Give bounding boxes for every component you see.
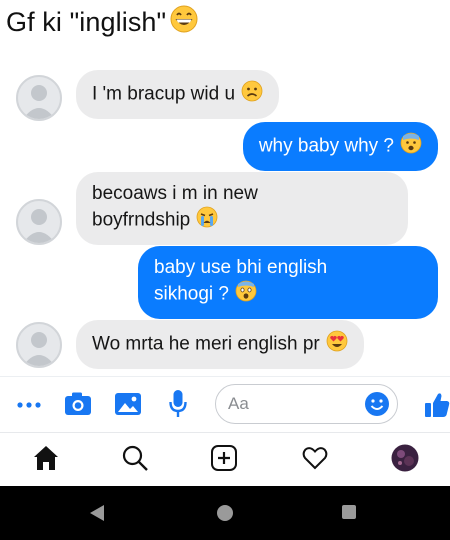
message-row: baby use bhi english sikhogi ?: [0, 246, 450, 320]
message-text: boyfrndship: [92, 209, 191, 231]
chat-thread[interactable]: I 'm bracup wid u why baby why ? becoaws…: [0, 60, 450, 372]
caption-text: Gf ki "inglish": [6, 6, 167, 37]
contact-avatar[interactable]: [16, 199, 62, 245]
message-input-box: [215, 384, 398, 424]
profile-avatar[interactable]: [391, 444, 419, 477]
crying-face-emoji-icon: [196, 206, 218, 235]
fearful-face-emoji-icon: [235, 280, 257, 309]
more-dots-icon[interactable]: [16, 395, 42, 420]
message-text: why baby why ?: [258, 135, 394, 157]
anxious-sweat-face-emoji-icon: [400, 132, 422, 161]
thumbs-up-icon[interactable]: [424, 391, 450, 424]
incoming-message-bubble[interactable]: becoaws i m in new boyfrndship: [76, 172, 408, 245]
heart-icon[interactable]: [301, 444, 329, 477]
message-input[interactable]: [228, 392, 358, 416]
message-text: becoaws i m in new: [92, 183, 258, 204]
microphone-icon[interactable]: [168, 389, 188, 424]
outgoing-message-bubble[interactable]: baby use bhi english sikhogi ?: [138, 246, 438, 319]
message-composer: [0, 376, 450, 432]
back-button[interactable]: [88, 503, 106, 528]
home-icon[interactable]: [32, 444, 60, 477]
message-row: Wo mrta he meri english pr: [0, 320, 450, 370]
message-text: Wo mrta he meri english pr: [92, 333, 320, 355]
heart-eyes-face-emoji-icon: [326, 330, 348, 359]
bottom-navigation: [0, 432, 450, 486]
message-text: sikhogi ?: [154, 283, 229, 305]
message-text: I 'm bracup wid u: [92, 83, 236, 105]
contact-avatar[interactable]: [16, 75, 62, 121]
message-row: becoaws i m in new boyfrndship: [0, 172, 450, 246]
grinning-face-emoji-icon: [169, 4, 199, 41]
outgoing-message-bubble[interactable]: why baby why ?: [242, 122, 438, 171]
recents-button[interactable]: [341, 504, 357, 525]
add-icon[interactable]: [210, 444, 238, 477]
image-icon[interactable]: [114, 391, 142, 422]
sad-face-emoji-icon: [241, 80, 263, 109]
camera-icon[interactable]: [64, 391, 92, 422]
message-row: why baby why ?: [0, 122, 450, 171]
contact-avatar[interactable]: [16, 322, 62, 368]
system-navigation-bar: [0, 486, 450, 540]
default-person-icon: [23, 332, 55, 366]
search-icon[interactable]: [121, 444, 149, 477]
default-person-icon: [23, 209, 55, 243]
incoming-message-bubble[interactable]: I 'm bracup wid u: [76, 70, 280, 119]
message-row: I 'm bracup wid u: [0, 70, 450, 122]
meme-caption: Gf ki "inglish": [6, 4, 199, 40]
incoming-message-bubble[interactable]: Wo mrta he meri english pr: [76, 320, 364, 369]
message-text: baby use bhi english: [154, 257, 328, 278]
smiley-icon[interactable]: [364, 391, 390, 422]
default-person-icon: [23, 85, 55, 119]
home-button[interactable]: [216, 504, 234, 527]
